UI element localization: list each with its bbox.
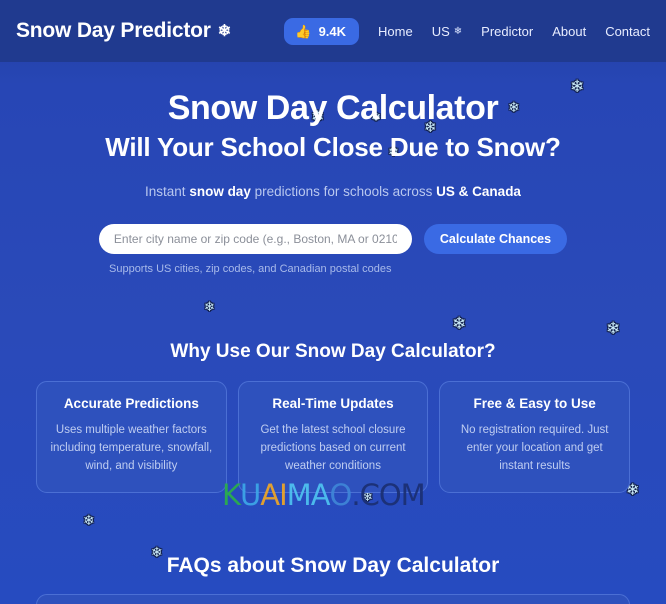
snowflake-icon: ❄ (204, 299, 215, 314)
search-row: Calculate Chances (0, 223, 666, 254)
main-nav: Home US ❄ Predictor About Contact (378, 24, 650, 39)
nav-label: Predictor (481, 23, 534, 39)
header-right: 👍 9.4K Home US ❄ Predictor About Contact (284, 17, 650, 45)
nav-label: US (431, 23, 450, 39)
feature-card-real-time-updates: Real-Time Updates Get the latest school … (237, 380, 429, 494)
tagline-middle: predictions for schools across (250, 183, 437, 199)
snowflake-icon: ❄ (217, 23, 232, 40)
faq-section-title: FAQs about Snow Day Calculator (166, 554, 500, 578)
calculate-chances-button[interactable]: Calculate Chances (423, 223, 568, 254)
location-search-input[interactable] (98, 223, 412, 254)
brand-logo[interactable]: Snow Day Predictor ❄ (16, 19, 231, 43)
nav-item-contact[interactable]: Contact (605, 24, 650, 39)
snowflake-icon: ❄ (453, 25, 463, 37)
feature-card-text: No registration required. Just enter you… (460, 423, 609, 472)
thumbs-up-icon: 👍 (295, 23, 312, 39)
brand-title: Snow Day Predictor (16, 19, 211, 42)
nav-label: About (552, 23, 587, 39)
feature-card-title: Real-Time Updates (272, 395, 394, 411)
search-helper-text: Supports US cities, zip codes, and Canad… (109, 262, 392, 275)
tagline-prefix: Instant (145, 183, 190, 199)
nav-item-home[interactable]: Home (378, 24, 413, 39)
nav-label: Home (378, 23, 413, 39)
faq-item-card[interactable] (36, 594, 630, 604)
like-count: 9.4K (318, 23, 347, 39)
hero-section: Snow Day Calculator Will Your School Clo… (0, 62, 666, 199)
tagline-highlight-2: US & Canada (436, 183, 521, 199)
feature-card-title: Free & Easy to Use (473, 395, 596, 411)
feature-card-text: Uses multiple weather factors including … (50, 423, 213, 472)
feature-cards: Accurate Predictions Uses multiple weath… (0, 380, 666, 494)
page-background: Snow Day Predictor ❄ 👍 9.4K Home US ❄ Pre… (0, 0, 666, 604)
nav-item-about[interactable]: About (552, 24, 586, 39)
feature-card-text: Get the latest school closure prediction… (260, 423, 406, 472)
feature-card-accurate-predictions: Accurate Predictions Uses multiple weath… (36, 380, 227, 494)
snowflake-icon: ❄ (83, 512, 95, 528)
hero-subtitle: Will Your School Close Due to Snow? (105, 132, 561, 163)
why-section-title: Why Use Our Snow Day Calculator? (170, 340, 496, 362)
tagline-highlight-1: snow day (189, 183, 251, 199)
nav-item-predictor[interactable]: Predictor (481, 24, 533, 39)
like-badge-button[interactable]: 👍 9.4K (284, 17, 360, 45)
page-title: Snow Day Calculator (167, 89, 499, 127)
hero-tagline: Instant snow day predictions for schools… (0, 184, 666, 199)
feature-card-title: Accurate Predictions (63, 395, 199, 411)
nav-label: Contact (605, 23, 650, 39)
site-header: Snow Day Predictor ❄ 👍 9.4K Home US ❄ Pre… (0, 0, 666, 62)
snowflake-icon: ❄ (606, 319, 621, 338)
feature-card-free-easy: Free & Easy to Use No registration requi… (439, 380, 631, 494)
nav-item-us[interactable]: US ❄ (432, 24, 462, 39)
snowflake-icon: ❄ (452, 314, 467, 333)
